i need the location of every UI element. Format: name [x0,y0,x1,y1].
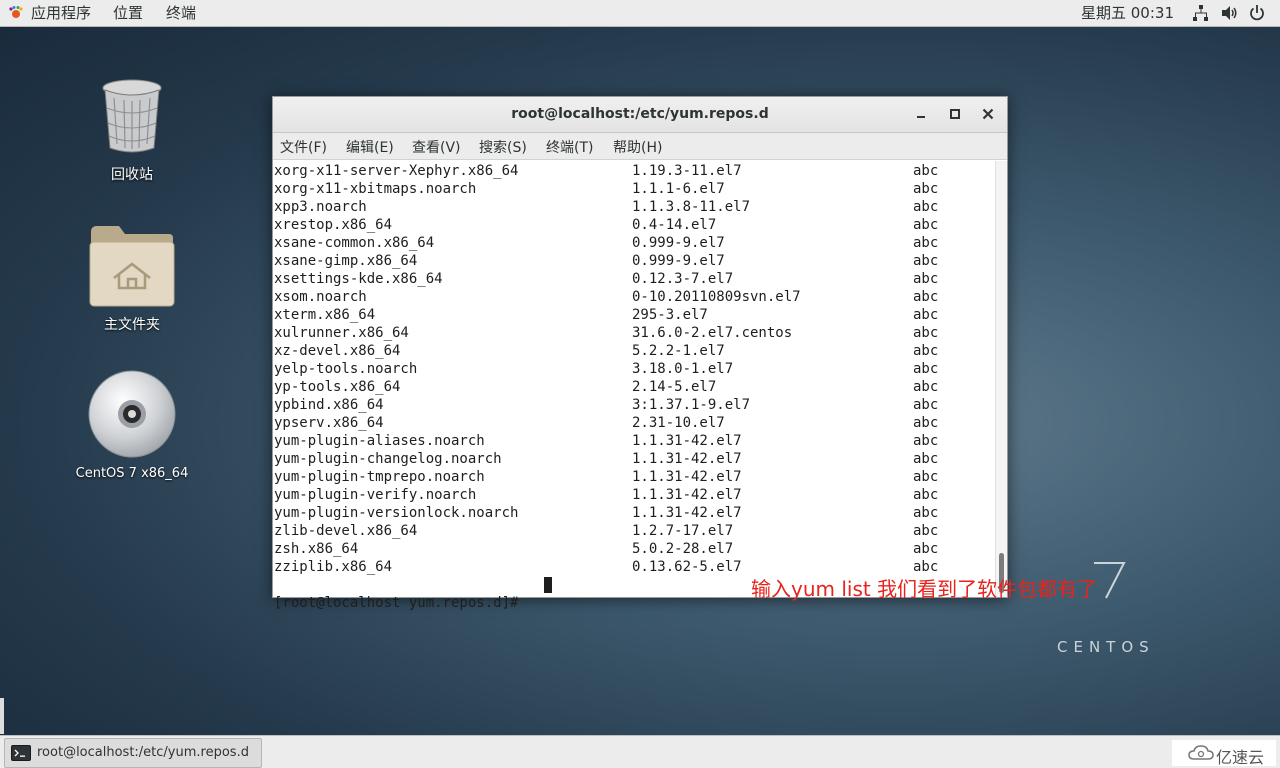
package-row: xsane-gimp.x86_64 0.999-9.el7 abc [274,253,939,269]
package-row: yum-plugin-verify.noarch 1.1.31-42.el7 abc [274,487,939,503]
package-row: xsom.noarch 0-10.20110809svn.el7 abc [274,289,939,305]
places-menu[interactable]: 位置 [113,3,143,23]
package-row: xulrunner.x86_64 31.6.0-2.el7.centos abc [274,325,939,341]
desktop-trash[interactable]: 回收站 [67,78,197,188]
menu-view[interactable]: 查看(V) [412,137,461,157]
taskbar-terminal-label: root@localhost:/etc/yum.repos.d [37,745,249,760]
package-row: xorg-x11-xbitmaps.noarch 1.1.1-6.el7 abc [274,181,939,197]
desktop-dvd[interactable]: CentOS 7 x86_64 [67,370,197,485]
desktop-home-label: 主文件夹 [104,317,160,333]
desktop-home-folder[interactable]: 主文件夹 [67,222,197,334]
bottom-taskbar: root@localhost:/etc/yum.repos.d 亿速云 [0,735,1280,768]
close-icon[interactable] [979,105,997,123]
applications-menu[interactable]: 应用程序 [31,3,91,23]
package-row: yum-plugin-aliases.noarch 1.1.31-42.el7 ab… [274,433,939,449]
window-titlebar[interactable]: root@localhost:/etc/yum.repos.d [273,97,1007,133]
package-row: xz-devel.x86_64 5.2.2-1.el7 abc [274,343,939,359]
package-row: zsh.x86_64 5.0.2-28.el7 abc [274,541,939,557]
terminal-app-menu[interactable]: 终端 [166,3,196,23]
terminal-output[interactable]: xorg-x11-server-Xephyr.x86_64 1.19.3-11.e… [273,161,995,611]
package-row: xpp3.noarch 1.1.3.8-11.el7 abc [274,199,939,215]
window-menubar: 文件(F) 编辑(E) 查看(V) 搜索(S) 终端(T) 帮助(H) [273,133,1007,160]
package-row: xrestop.x86_64 0.4-14.el7 abc [274,217,939,233]
cloud-logo-icon [1188,745,1214,760]
shell-prompt: [root@localhost yum.repos.d]# [274,595,527,611]
package-row: yum-plugin-changelog.noarch 1.1.31-42.el7… [274,451,939,467]
yisu-watermark: 亿速云 [1172,740,1276,767]
package-row: xorg-x11-server-Xephyr.x86_64 1.19.3-11.e… [274,163,939,179]
package-row: yum-plugin-versionlock.noarch 1.1.31-42.e… [274,505,939,521]
terminal-scrollbar[interactable] [995,161,1007,597]
package-row: yelp-tools.noarch 3.18.0-1.el7 abc [274,361,939,377]
trash-icon [102,79,162,153]
network-icon[interactable] [1192,4,1210,22]
package-row: zlib-devel.x86_64 1.2.7-17.el7 abc [274,523,939,539]
package-row: ypbind.x86_64 3:1.37.1-9.el7 abc [274,397,939,413]
menu-terminal[interactable]: 终端(T) [546,137,593,157]
dvd-icon [88,370,176,458]
package-row: xsettings-kde.x86_64 0.12.3-7.el7 abc [274,271,939,287]
desktop-trash-label: 回收站 [111,167,153,183]
text-cursor [544,577,552,593]
package-row: yp-tools.x86_64 2.14-5.el7 abc [274,379,939,395]
desktop-edge-handle [0,698,4,734]
menu-edit[interactable]: 编辑(E) [346,137,394,157]
clock[interactable]: 星期五 00:31 [1081,3,1174,23]
menu-search[interactable]: 搜索(S) [479,137,527,157]
taskbar-terminal-item[interactable]: root@localhost:/etc/yum.repos.d [4,738,262,768]
menu-help[interactable]: 帮助(H) [613,137,662,157]
power-icon[interactable] [1248,4,1266,22]
window-title: root@localhost:/etc/yum.repos.d [511,106,769,122]
package-row: yum-plugin-tmprepo.noarch 1.1.31-42.el7 ab… [274,469,939,485]
terminal-icon [11,745,31,761]
package-row: ypserv.x86_64 2.31-10.el7 abc [274,415,939,431]
top-panel: 应用程序 位置 终端 星期五 00:31 [0,0,1280,27]
package-row: xsane-common.x86_64 0.999-9.el7 abc [274,235,939,251]
desktop-dvd-label: CentOS 7 x86_64 [75,466,189,481]
package-row: xterm.x86_64 295-3.el7 abc [274,307,939,323]
minimize-icon[interactable] [912,105,930,123]
centos-wordmark: CENTOS [1057,638,1155,656]
menu-file[interactable]: 文件(F) [280,137,327,157]
terminal-window[interactable]: root@localhost:/etc/yum.repos.d 文件(F) 编辑… [272,96,1008,611]
maximize-icon[interactable] [946,105,964,123]
gnome-foot-icon[interactable] [8,5,24,21]
annotation-text: 输入yum list 我们看到了软件包都有了 [751,577,1098,601]
yisu-brand-text: 亿速云 [1216,748,1265,767]
volume-icon[interactable] [1220,4,1238,22]
home-folder-icon [89,226,175,307]
